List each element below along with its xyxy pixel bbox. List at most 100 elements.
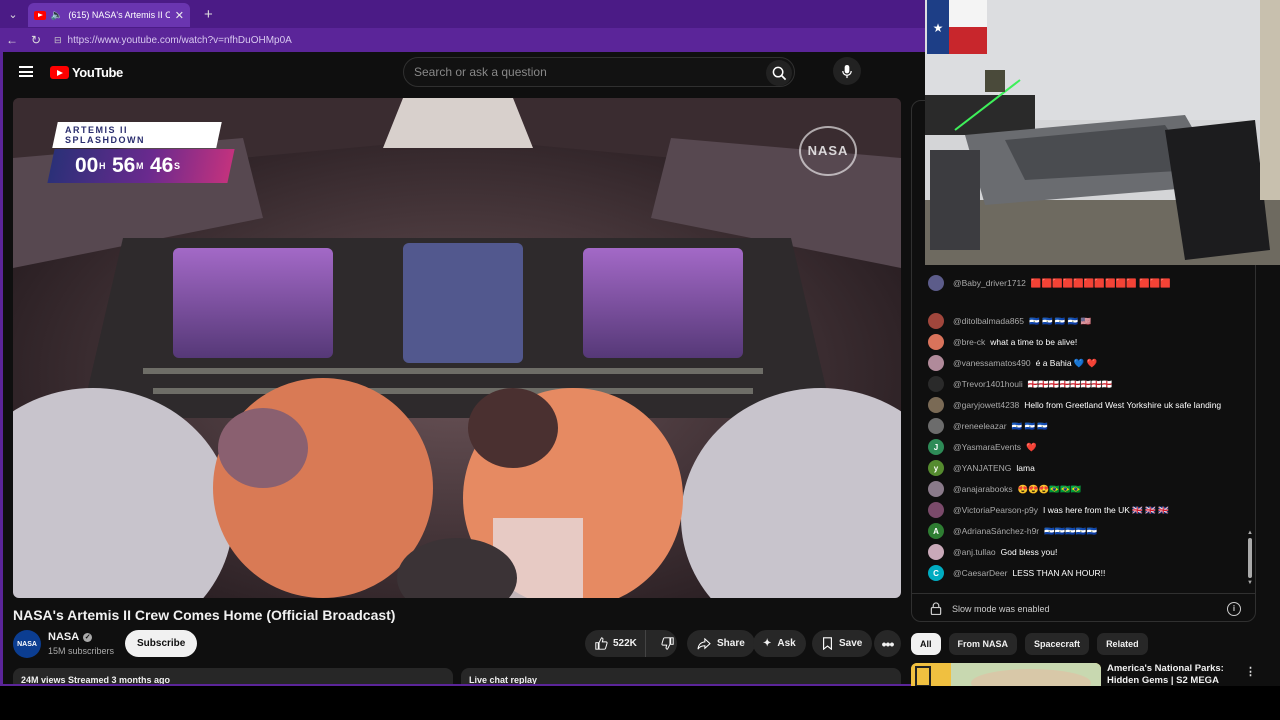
ask-label: Ask [777,638,796,649]
lock-icon [930,602,942,615]
chat-author-name[interactable]: @Trevor1401houli [953,379,1023,389]
chip-from-nasa[interactable]: From NASA [948,633,1018,655]
chat-message[interactable]: @Baby_driver1712 🟥🟥🟥🟥🟥🟥🟥🟥🟥🟥 🟥🟥🟥 [928,275,1238,291]
youtube-logo-text: YouTube [72,65,123,80]
chat-author-avatar[interactable]: C [928,565,944,581]
info-icon[interactable]: i [1227,602,1241,616]
site-info-icon[interactable]: ⊟ [54,35,62,46]
splashdown-countdown-overlay: ARTEMIS II SPLASHDOWN 00 H 56 M 46 S [47,122,235,183]
chat-author-name[interactable]: @VictoriaPearson-p9y [953,505,1038,515]
url-field[interactable]: ⊟ https://www.youtube.com/watch?v=nfhDuO… [54,30,914,50]
menu-icon[interactable] [19,66,33,77]
video-player[interactable]: ARTEMIS II SPLASHDOWN 00 H 56 M 46 S NAS… [13,98,901,598]
chat-message[interactable]: J @YasmaraEvents ❤️ [928,439,1238,455]
like-button[interactable]: 522K [585,630,646,657]
chat-message[interactable]: @garyjowett4238 Hello from Greetland West… [928,397,1238,413]
chat-message-body: @CaesarDeer LESS THAN AN HOUR!! [953,565,1105,581]
chat-author-avatar[interactable]: y [928,460,944,476]
like-count: 522K [613,638,637,649]
chat-message[interactable]: @reneeleazar 🇸🇻 🇸🇻 🇸🇻 [928,418,1238,434]
chat-author-name[interactable]: @YasmaraEvents [953,442,1021,452]
chip-all[interactable]: All [911,633,941,655]
chat-message[interactable]: @anajarabooks 😍😍😍🇧🇷🇧🇷🇧🇷 [928,481,1238,497]
channel-name[interactable]: NASA ✓ [48,631,93,643]
chat-message[interactable]: @vanessamatos490 é a Bahia 💙 ❤️ [928,355,1238,371]
chat-author-avatar[interactable] [928,544,944,560]
slow-mode-notice: Slow mode was enabled [952,603,1050,614]
chat-author-name[interactable]: @bre-ck [953,337,985,347]
chat-message-body: @AdrianaSánchez-h9r 🇸🇻🇸🇻🇸🇻🇸🇻🇸🇻 [953,523,1097,539]
chat-author-avatar[interactable] [928,502,944,518]
tab-list-dropdown-icon[interactable]: ⌄ [0,0,26,28]
ask-button[interactable]: ✦ Ask [753,630,806,657]
chat-author-avatar[interactable] [928,355,944,371]
countdown-seconds-unit: S [174,161,181,171]
recommended-video-thumbnail[interactable] [911,663,1101,686]
reload-icon[interactable]: ↻ [24,33,48,47]
chat-message-text: what a time to be alive! [990,337,1078,347]
chat-message[interactable]: @anj.tullao God bless you! [928,544,1238,560]
verified-badge-icon: ✓ [83,632,93,642]
chat-message-body: @reneeleazar 🇸🇻 🇸🇻 🇸🇻 [953,418,1048,434]
recommended-video-menu-icon[interactable]: ⋮ [1245,665,1256,678]
chat-author-avatar[interactable] [928,481,944,497]
channel-avatar[interactable]: NASA [13,630,41,658]
voice-search-button[interactable] [833,57,861,85]
chat-message-text: 🟥🟥🟥🟥🟥🟥🟥🟥🟥🟥 🟥🟥🟥 [1030,278,1171,288]
chat-scroll-down-icon[interactable]: ▼ [1247,580,1253,586]
chat-message-body: @vanessamatos490 é a Bahia 💙 ❤️ [953,355,1097,371]
chat-message[interactable]: C @CaesarDeer LESS THAN AN HOUR!! [928,565,1238,581]
chat-message-body: @YasmaraEvents ❤️ [953,439,1037,455]
chat-author-avatar[interactable] [928,397,944,413]
search-button[interactable] [766,60,792,86]
chat-author-name[interactable]: @Baby_driver1712 [953,278,1026,288]
chat-author-avatar[interactable] [928,334,944,350]
chat-message[interactable]: @ditolbalmada865 🇸🇻 🇸🇻 🇸🇻 🇸🇻 🇺🇸 [928,313,1238,329]
new-tab-icon[interactable]: + [204,6,213,23]
chat-author-name[interactable]: @AdrianaSánchez-h9r [953,526,1039,536]
back-arrow-icon[interactable]: ← [0,33,24,47]
chat-message[interactable]: @VictoriaPearson-p9y I was here from the … [928,502,1238,518]
chat-message[interactable]: y @YANJATENG lama [928,460,1238,476]
share-button[interactable]: Share [687,630,755,657]
chat-message[interactable]: @bre-ck what a time to be alive! [928,334,1238,350]
chat-author-avatar[interactable]: J [928,439,944,455]
close-tab-icon[interactable]: ✕ [175,9,184,22]
browser-tab[interactable]: 🔈 (615) NASA's Artemis II Crew ✕ [28,3,190,27]
chat-author-name[interactable]: @YANJATENG [953,463,1011,473]
dislike-button[interactable] [652,630,683,657]
search-input[interactable] [404,65,764,79]
chat-message-text: é a Bahia 💙 ❤️ [1035,358,1098,368]
chat-author-avatar[interactable] [928,376,944,392]
chat-author-name[interactable]: @reneeleazar [953,421,1007,431]
subscribe-button[interactable]: Subscribe [125,630,198,657]
chat-author-name[interactable]: @vanessamatos490 [953,358,1031,368]
chat-author-name[interactable]: @anj.tullao [953,547,996,557]
chat-author-name[interactable]: @anajarabooks [953,484,1013,494]
chip-spacecraft[interactable]: Spacecraft [1025,633,1090,655]
countdown-hours-unit: H [99,161,106,171]
countdown-seconds: 46 [149,154,174,177]
search-icon [772,66,786,80]
chat-message[interactable]: @Trevor1401houli 🏴󠁧󠁢󠁥󠁮󠁧󠁿🏴󠁧󠁢󠁥󠁮󠁧󠁿🏴󠁧󠁢󠁥󠁮󠁧󠁿🏴󠁧󠁢… [928,376,1238,392]
youtube-logo[interactable]: YouTube [50,65,123,80]
share-label: Share [717,638,745,649]
chat-scrollbar-thumb[interactable] [1248,538,1252,578]
chat-author-avatar[interactable] [928,275,944,291]
chat-author-name[interactable]: @ditolbalmada865 [953,316,1024,326]
chat-scroll-up-icon[interactable]: ▲ [1247,530,1253,536]
speaker-icon[interactable]: 🔈 [51,10,63,21]
chat-author-name[interactable]: @CaesarDeer [953,568,1007,578]
chat-author-name[interactable]: @garyjowett4238 [953,400,1019,410]
more-actions-button[interactable]: ••• [874,630,901,657]
chat-author-avatar[interactable] [928,313,944,329]
webcam-overlay: ★ [925,0,1280,265]
chat-message[interactable]: A @AdrianaSánchez-h9r 🇸🇻🇸🇻🇸🇻🇸🇻🇸🇻 [928,523,1238,539]
chat-author-avatar[interactable]: A [928,523,944,539]
chat-author-avatar[interactable] [928,418,944,434]
bookmark-icon [823,637,832,650]
svg-text:★: ★ [933,21,944,35]
save-button[interactable]: Save [812,630,873,657]
tab-title: (615) NASA's Artemis II Crew [68,10,170,20]
chip-related[interactable]: Related [1097,633,1148,655]
